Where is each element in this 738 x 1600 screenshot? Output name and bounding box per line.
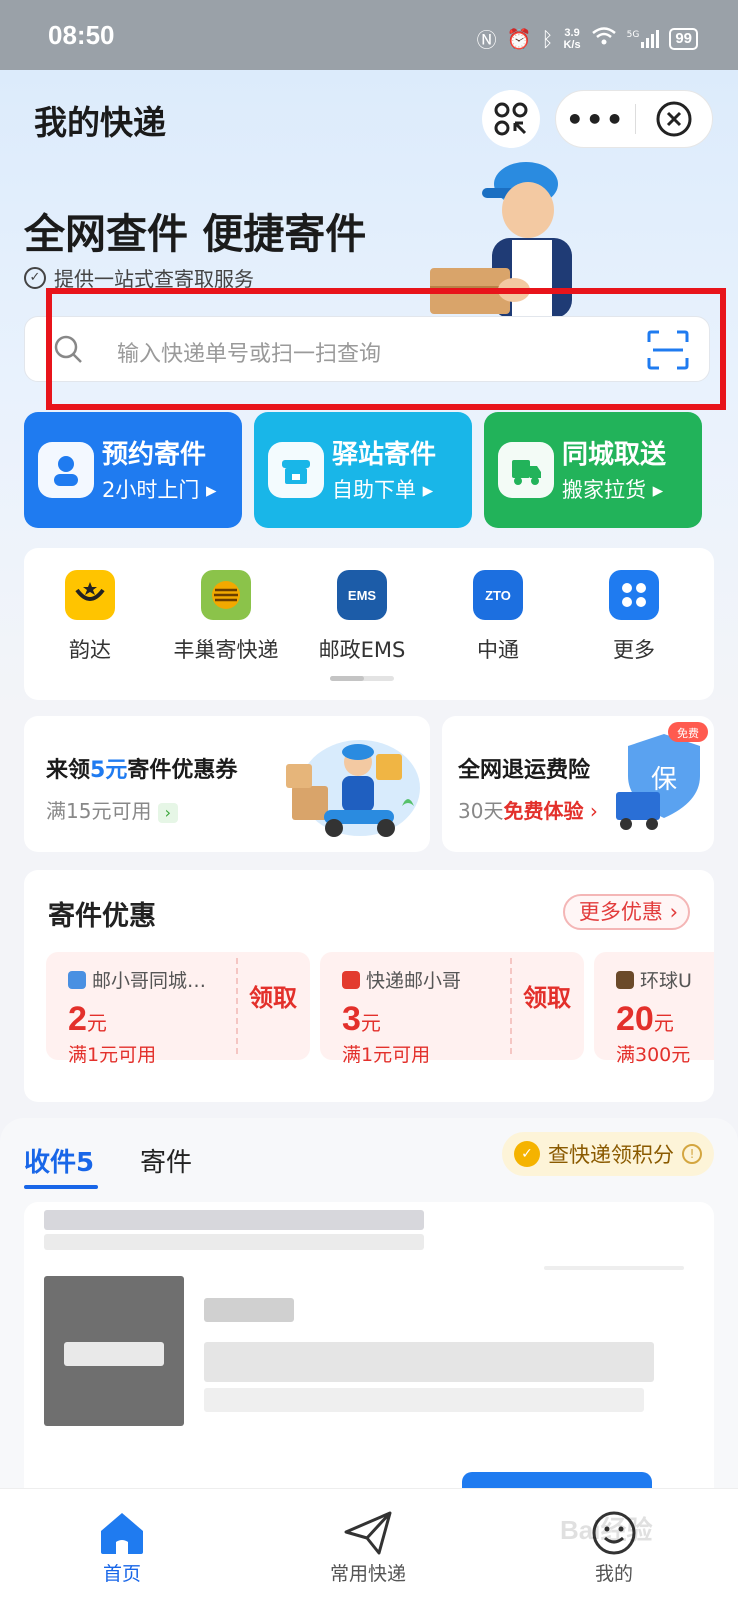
blurred-text bbox=[44, 1210, 424, 1230]
carrier-ems[interactable]: EMS 邮政EMS bbox=[292, 570, 432, 664]
points-reward-button[interactable]: ✓ 查快递领积分 ! bbox=[502, 1132, 714, 1176]
scan-icon bbox=[494, 102, 528, 136]
coupon-item[interactable]: 环球U 20元 满300元 bbox=[594, 952, 714, 1066]
yunda-smile-icon bbox=[65, 570, 115, 620]
carrier-zto[interactable]: ZTO 中通 bbox=[428, 570, 568, 664]
scan-code-button[interactable] bbox=[482, 90, 540, 148]
service-appointment-send[interactable]: 预约寄件 2小时上门 ▸ bbox=[24, 412, 242, 528]
offers-heading: 寄件优惠 bbox=[48, 901, 156, 932]
bluetooth-icon: ᛒ bbox=[541, 26, 554, 51]
carrier-page-indicator bbox=[330, 676, 394, 681]
zto-icon: ZTO bbox=[473, 570, 523, 620]
alarm-icon: ⏰ bbox=[506, 26, 532, 51]
claim-coupon-button[interactable]: 领取 bbox=[248, 982, 298, 1014]
shipping-offers-panel: 寄件优惠 更多优惠 › 邮小哥同城… 2元 满1元可用 领取 快递邮小哥 3元 … bbox=[24, 870, 714, 1102]
carrier-fengchao[interactable]: 丰巢寄快递 bbox=[156, 570, 296, 664]
tab-send[interactable]: 寄件 bbox=[140, 1142, 192, 1179]
coupon-item[interactable]: 邮小哥同城… 2元 满1元可用 领取 bbox=[46, 952, 310, 1066]
service-station-send[interactable]: 驿站寄件 自助下单 ▸ bbox=[254, 412, 472, 528]
miniapp-capsule: ••• bbox=[555, 90, 713, 148]
tabbar-home[interactable]: 首页 bbox=[42, 1507, 202, 1586]
close-button[interactable] bbox=[636, 100, 712, 138]
hero-subtitle: ✓ 提供一站式查寄取服务 bbox=[24, 263, 254, 292]
yxg-logo-icon bbox=[68, 970, 86, 989]
status-bar: 08:50 Ⓝ ⏰ ᛒ 3.9 K/s 5G 99 bbox=[0, 0, 738, 70]
huanqiu-logo-icon bbox=[616, 970, 634, 989]
more-menu-button[interactable]: ••• bbox=[556, 103, 635, 136]
claim-coupon-button[interactable]: 领取 bbox=[522, 982, 572, 1014]
battery-indicator: 99 bbox=[669, 27, 698, 50]
tracking-search-box[interactable]: 输入快递单号或扫一扫查询 bbox=[24, 316, 710, 382]
nfc-icon: Ⓝ bbox=[476, 28, 497, 52]
scan-barcode-icon[interactable] bbox=[647, 330, 689, 370]
check-icon: ✓ bbox=[24, 266, 46, 289]
courier-avatar-icon bbox=[38, 442, 94, 498]
courier-illustration bbox=[430, 162, 572, 318]
free-badge: 免费 bbox=[677, 726, 699, 740]
service-same-city[interactable]: 同城取送 搬家拉货 ▸ bbox=[484, 412, 702, 528]
package-item-card[interactable] bbox=[24, 1202, 714, 1502]
search-input[interactable]: 输入快递单号或扫一扫查询 bbox=[117, 336, 381, 368]
signal-icon: 5G bbox=[627, 29, 660, 48]
more-offers-button[interactable]: 更多优惠 › bbox=[562, 894, 690, 930]
info-icon: ! bbox=[682, 1144, 702, 1164]
paper-plane-icon bbox=[344, 1511, 392, 1555]
coin-icon: ✓ bbox=[514, 1141, 540, 1167]
coupon-item[interactable]: 快递邮小哥 3元 满1元可用 领取 bbox=[320, 952, 584, 1066]
svg-text:保: 保 bbox=[651, 765, 677, 795]
grid-more-icon bbox=[609, 570, 659, 620]
status-time: 08:50 bbox=[48, 20, 115, 50]
carrier-more[interactable]: 更多 bbox=[564, 570, 704, 664]
tabbar-common-couriers[interactable]: 常用快递 bbox=[288, 1507, 448, 1586]
search-icon bbox=[54, 335, 82, 363]
hero-slogan: 全网查件 便捷寄件 bbox=[24, 210, 367, 258]
page-title: 我的快递 bbox=[34, 103, 166, 142]
carrier-yunda[interactable]: 韵达 bbox=[20, 570, 160, 664]
courier-scooter-illustration bbox=[286, 740, 420, 837]
wifi-icon bbox=[591, 26, 617, 51]
truck-icon bbox=[498, 442, 554, 498]
promo-coupon-card[interactable]: 来领5元寄件优惠券 满15元可用 › bbox=[24, 716, 430, 852]
shield-truck-illustration: 保 免费 bbox=[616, 722, 708, 830]
promo-insurance-card[interactable]: 全网退运费险 30天免费体验 › 保 免费 bbox=[442, 716, 714, 852]
network-speed: 3.9 K/s bbox=[563, 26, 581, 51]
tab-receive[interactable]: 收件5 bbox=[24, 1142, 99, 1189]
home-icon bbox=[101, 1513, 143, 1554]
arrow-right-icon: › bbox=[157, 803, 178, 823]
ems-icon: EMS bbox=[337, 570, 387, 620]
fengchao-icon bbox=[201, 570, 251, 620]
watermark: Bai经验 bbox=[560, 1515, 653, 1545]
station-icon bbox=[268, 442, 324, 498]
kdyxg-logo-icon bbox=[342, 970, 360, 989]
close-icon bbox=[656, 101, 692, 137]
